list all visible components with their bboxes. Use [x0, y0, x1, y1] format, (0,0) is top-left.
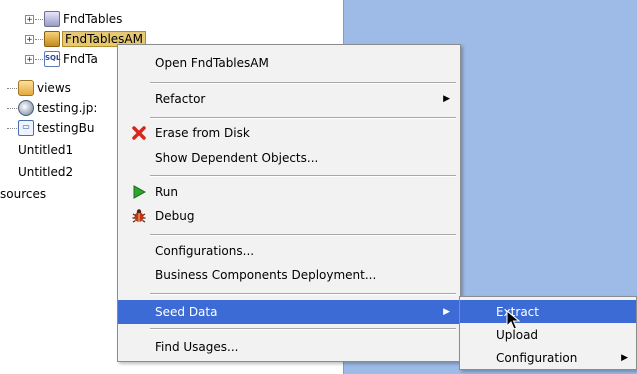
tree-item-untitled2[interactable]: Untitled2 — [18, 163, 73, 181]
menu-item-find-usages[interactable]: Find Usages... — [118, 335, 460, 359]
menu-item-seed-data[interactable]: Seed Data ▶ — [118, 300, 460, 324]
submenu-item-upload[interactable]: Upload — [460, 323, 636, 346]
submenu-arrow-icon: ▶ — [443, 94, 450, 104]
tree-item-sources[interactable]: sources — [0, 185, 46, 203]
submenu-item-configuration[interactable]: Configuration ▶ — [460, 346, 636, 369]
tables-icon — [44, 11, 60, 27]
menu-item-erase-from-disk[interactable]: Erase from Disk — [118, 121, 460, 145]
tree-item-label: FndTables — [63, 12, 123, 26]
app-module-icon — [44, 31, 60, 47]
menu-item-open[interactable]: Open FndTablesAM — [118, 51, 460, 75]
mouse-cursor-icon — [506, 310, 520, 330]
tree-item-untitled1[interactable]: Untitled1 — [18, 141, 73, 159]
bundle-icon: ▭ — [18, 120, 34, 136]
tree-item-testingbundle[interactable]: ▭ testingBu — [6, 119, 94, 137]
seed-data-submenu: Extract Upload Configuration ▶ — [459, 296, 637, 370]
menu-item-debug[interactable]: Debug — [118, 204, 460, 228]
menu-separator — [150, 234, 456, 236]
tree-item-label: sources — [0, 187, 47, 201]
expand-icon[interactable]: + — [25, 14, 34, 24]
tree-item-fndtables[interactable]: + FndTables — [25, 10, 122, 28]
submenu-arrow-icon: ▶ — [621, 352, 628, 363]
tree-item-views[interactable]: views — [6, 79, 71, 97]
expand-icon[interactable]: + — [25, 54, 34, 64]
expand-icon[interactable]: + — [25, 34, 34, 44]
tree-item-label: views — [37, 81, 71, 95]
tree-item-label: FndTa — [63, 52, 98, 66]
run-icon — [131, 184, 147, 200]
folder-icon — [18, 80, 34, 96]
tree-item-label: Untitled1 — [18, 143, 74, 157]
debug-bug-icon — [131, 208, 147, 224]
tree-item-label: testingBu — [37, 121, 95, 135]
menu-separator — [150, 328, 456, 330]
menu-separator — [150, 117, 456, 119]
submenu-arrow-icon: ▶ — [443, 307, 450, 317]
tree-item-testing-jsp[interactable]: testing.jp: — [6, 99, 97, 117]
tree-item-fndta[interactable]: + SQL FndTa — [25, 50, 98, 68]
submenu-item-extract[interactable]: Extract — [460, 300, 636, 323]
menu-item-refactor[interactable]: Refactor ▶ — [118, 87, 460, 111]
menu-item-business-components-deployment[interactable]: Business Components Deployment... — [118, 263, 460, 287]
menu-separator — [150, 293, 456, 295]
jsp-icon — [18, 100, 34, 116]
red-x-icon — [131, 125, 147, 141]
menu-item-show-dependent-objects[interactable]: Show Dependent Objects... — [118, 146, 460, 170]
menu-separator — [150, 175, 456, 177]
tree-item-label: Untitled2 — [18, 165, 74, 179]
context-menu: Open FndTablesAM Refactor ▶ Erase from D… — [117, 44, 461, 362]
tree-item-label: testing.jp: — [37, 101, 98, 115]
menu-item-run[interactable]: Run — [118, 180, 460, 204]
menu-separator — [150, 82, 456, 84]
sql-icon: SQL — [44, 51, 60, 67]
menu-item-configurations[interactable]: Configurations... — [118, 239, 460, 263]
